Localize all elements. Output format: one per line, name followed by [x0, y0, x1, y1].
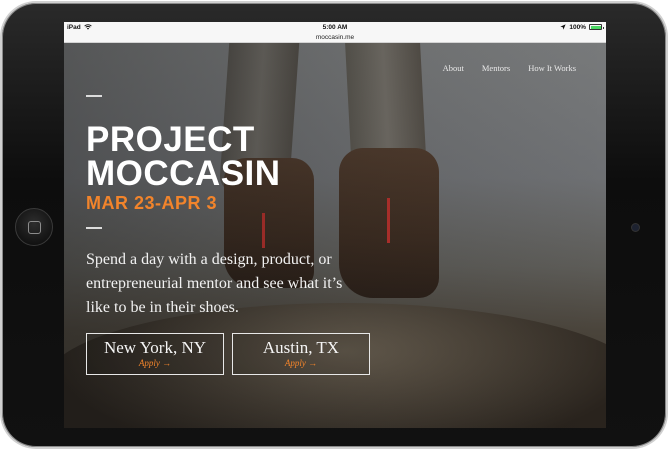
screen: iPad 5:00 AM 100% moccasin.me About Ment… [64, 22, 606, 428]
city-name: New York, NY [103, 338, 206, 357]
url-text: moccasin.me [315, 34, 355, 41]
hero-content: About Mentors How It Works PROJECT MOCCA… [64, 43, 606, 428]
home-button[interactable] [15, 208, 53, 246]
status-time: 5:00 AM [322, 23, 348, 31]
new-york-button[interactable]: New York, NY Apply → [86, 333, 224, 375]
location-arrow-icon [560, 24, 566, 30]
battery-percent: 100% [569, 23, 586, 31]
title-line-2: MOCCASIN [86, 154, 281, 193]
nav-about[interactable]: About [443, 63, 464, 73]
camera-icon [632, 224, 639, 231]
hero-section: About Mentors How It Works PROJECT MOCCA… [64, 43, 606, 428]
austin-button[interactable]: Austin, TX Apply → [232, 333, 370, 375]
apply-link[interactable]: Apply → [233, 358, 369, 368]
home-square-icon [28, 221, 41, 234]
city-name: Austin, TX [262, 338, 340, 357]
status-right: 100% [560, 23, 604, 31]
title-line-1: PROJECT [86, 120, 255, 159]
event-dates: MAR 23-APR 3 [86, 193, 218, 213]
divider-bottom [86, 227, 102, 229]
nav-how-it-works[interactable]: How It Works [528, 63, 576, 73]
url-bar[interactable]: moccasin.me [64, 33, 606, 43]
apply-link[interactable]: Apply → [87, 358, 223, 368]
tagline: Spend a day with a design, product, or e… [86, 251, 343, 316]
nav-mentors[interactable]: Mentors [482, 63, 510, 73]
battery-icon [589, 24, 604, 30]
top-nav: About Mentors How It Works [443, 63, 576, 73]
divider-top [86, 95, 102, 97]
status-bar: iPad 5:00 AM 100% [64, 22, 606, 33]
page-title: PROJECT MOCCASIN [86, 120, 281, 193]
